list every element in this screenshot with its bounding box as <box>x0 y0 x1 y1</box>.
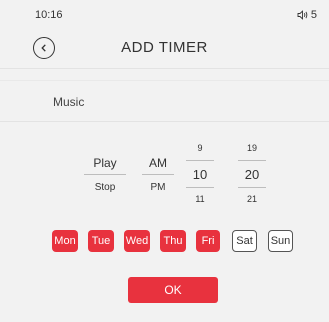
music-label[interactable]: Music <box>53 95 84 109</box>
hour-selected[interactable]: 10 <box>186 167 214 182</box>
speaker-icon <box>297 10 308 20</box>
hour-next[interactable]: 11 <box>186 194 214 204</box>
ok-button[interactable]: OK <box>128 277 218 303</box>
page-title: ADD TIMER <box>121 39 208 56</box>
music-divider <box>0 121 329 122</box>
hour-prev[interactable]: 9 <box>186 143 214 153</box>
meridiem-picker[interactable]: AM PM <box>142 150 174 200</box>
hour-picker-line-top <box>186 160 214 161</box>
action-next[interactable]: Stop <box>84 182 126 193</box>
minute-picker-line-bottom <box>238 187 266 188</box>
status-bar: 10:16 5 <box>0 0 329 28</box>
volume-indicator: 5 <box>297 9 317 21</box>
action-selected[interactable]: Play <box>84 156 126 170</box>
minute-picker[interactable]: 19 20 21 <box>238 140 266 208</box>
day-chip-sat[interactable]: Sat <box>232 230 257 252</box>
day-chip-wed[interactable]: Wed <box>124 230 150 252</box>
action-picker-line <box>84 174 126 175</box>
volume-level: 5 <box>310 9 317 21</box>
day-chip-fri[interactable]: Fri <box>196 230 220 252</box>
day-chip-tue[interactable]: Tue <box>88 230 114 252</box>
hour-picker-line-bottom <box>186 187 214 188</box>
meridiem-next[interactable]: PM <box>142 182 174 193</box>
meridiem-picker-line <box>142 174 174 175</box>
minute-prev[interactable]: 19 <box>238 143 266 153</box>
minute-picker-line-top <box>238 160 266 161</box>
action-picker[interactable]: Play Stop <box>84 150 126 200</box>
minute-next[interactable]: 21 <box>238 194 266 204</box>
minute-selected[interactable]: 20 <box>238 167 266 182</box>
hour-picker[interactable]: 9 10 11 <box>186 140 214 208</box>
day-chip-thu[interactable]: Thu <box>160 230 186 252</box>
day-chip-sun[interactable]: Sun <box>268 230 293 252</box>
header: ADD TIMER <box>0 28 329 68</box>
day-chip-mon[interactable]: Mon <box>52 230 78 252</box>
header-divider-secondary <box>0 80 329 81</box>
meridiem-selected[interactable]: AM <box>142 156 174 170</box>
header-divider <box>0 68 329 69</box>
status-time: 10:16 <box>35 9 63 21</box>
